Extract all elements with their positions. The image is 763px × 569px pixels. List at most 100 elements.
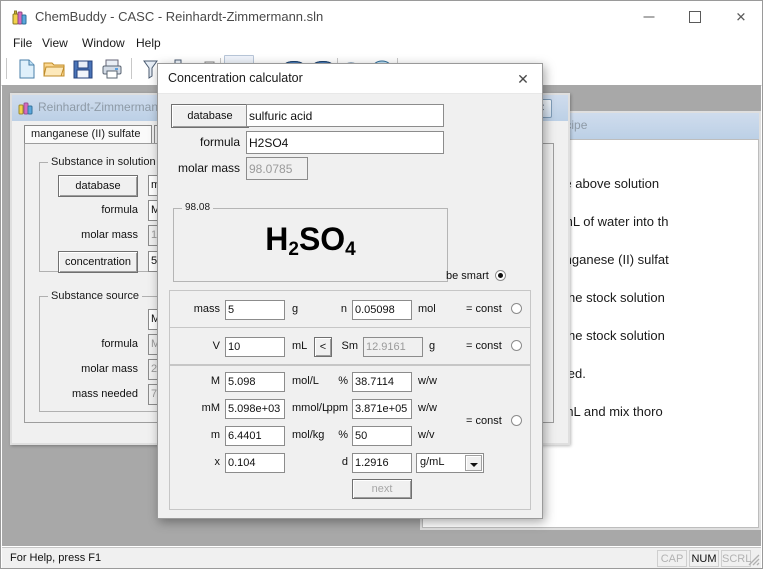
calc-row-volume: V 10 mL < Sm 12.9161 g = const — [169, 327, 531, 365]
save-floppy-icon[interactable] — [71, 57, 95, 81]
formula-sub-4: 4 — [345, 239, 356, 260]
dialog-close-button[interactable]: ✕ — [504, 64, 542, 93]
close-icon: ✕ — [735, 9, 747, 25]
density-input[interactable]: 1.2916 — [352, 453, 412, 473]
toolbar-separator — [131, 58, 132, 79]
status-indicator-num: NUM — [689, 550, 719, 567]
density-unit-value: g/mL — [420, 456, 445, 468]
percent-ww-unit-label: w/w — [418, 375, 437, 387]
solution-mass-label: Sm — [341, 340, 359, 352]
dialog-molar-mass-label: molar mass — [177, 161, 240, 175]
moles-label: n — [340, 303, 347, 315]
solution-database-button[interactable]: database — [58, 175, 138, 197]
solution-molar-mass-label: molar mass — [81, 229, 138, 241]
solution-formula-label: formula — [101, 204, 138, 216]
block-const-label: = const — [466, 415, 502, 427]
ppm-unit-label: w/w — [418, 402, 437, 414]
solution-icon — [18, 100, 34, 116]
menu-file[interactable]: File — [8, 35, 37, 51]
density-unit-select[interactable]: g/mL — [416, 453, 484, 473]
percent-ww-input[interactable]: 38.7114 — [352, 372, 412, 392]
molar-mass-output: 98.0785 — [246, 157, 308, 180]
dialog-body: database sulfuric acid formula H2SO4 mol… — [158, 94, 542, 518]
percent-wv-input[interactable]: 50 — [352, 426, 412, 446]
ppm-label: ppm — [326, 402, 348, 414]
moles-unit-label: mol — [418, 303, 436, 315]
close-icon: ✕ — [517, 70, 529, 87]
be-smart-radio[interactable] — [495, 270, 506, 281]
mass-unit-label: g — [292, 303, 299, 315]
volume-input[interactable]: 10 — [225, 337, 285, 357]
close-button[interactable]: ✕ — [718, 1, 762, 33]
next-button[interactable]: next — [352, 479, 412, 499]
chembuddy-icon — [11, 8, 29, 26]
open-folder-icon[interactable] — [42, 57, 66, 81]
ppm-input[interactable]: 3.871e+05 — [352, 399, 412, 419]
millimolarity-input[interactable]: 5.098e+03 — [225, 399, 285, 419]
menu-help[interactable]: Help — [131, 35, 166, 51]
block-const-radio[interactable] — [511, 415, 522, 426]
molarity-input[interactable]: 5.098 — [225, 372, 285, 392]
percent-wv-unit-label: w/v — [418, 429, 435, 441]
chevron-down-icon[interactable] — [465, 455, 482, 471]
mass-input[interactable]: 5 — [225, 300, 285, 320]
mass-const-radio[interactable] — [511, 303, 522, 314]
solution-mass-output: 12.9161 — [363, 337, 423, 357]
status-indicator-cap: CAP — [657, 550, 687, 567]
menu-window[interactable]: Window — [77, 35, 130, 51]
formula-so: SO — [298, 221, 346, 257]
maximize-button[interactable] — [672, 1, 718, 33]
print-icon[interactable] — [100, 57, 124, 81]
dialog-title: Concentration calculator — [168, 71, 303, 85]
volume-label: V — [212, 340, 220, 352]
page-title: ChemBuddy - CASC - Reinhardt-Zimmermann.… — [35, 9, 324, 24]
dialog-formula-label: formula — [199, 135, 240, 149]
minimize-icon — [643, 16, 655, 18]
dialog-database-button[interactable]: database — [171, 104, 249, 128]
new-document-icon[interactable] — [15, 57, 39, 81]
formula-h: H — [265, 221, 289, 257]
molality-input[interactable]: 6.4401 — [225, 426, 285, 446]
group-substance-source-label: Substance source — [48, 290, 143, 302]
mass-label: mass — [193, 303, 220, 315]
molarity-label: M — [210, 375, 220, 387]
volume-const-label: = const — [466, 340, 502, 352]
percent-ww-label: % — [338, 375, 348, 387]
concentration-calculator-dialog: Concentration calculator ✕ database sulf… — [157, 63, 543, 519]
substance-name-input[interactable]: sulfuric acid — [246, 104, 444, 127]
moles-input[interactable]: 0.05098 — [352, 300, 412, 320]
source-formula-label: formula — [101, 338, 138, 350]
formula-preview-mass-label: 98.08 — [182, 202, 214, 213]
mole-fraction-label: x — [214, 456, 221, 468]
solution-mass-unit-label: g — [429, 340, 436, 352]
mass-const-label: = const — [466, 303, 502, 315]
density-label: d — [341, 456, 348, 468]
dialog-titlebar[interactable]: Concentration calculator ✕ — [158, 64, 542, 94]
main-titlebar: ChemBuddy - CASC - Reinhardt-Zimmermann.… — [1, 1, 762, 35]
source-mass-needed-label: mass needed — [71, 388, 138, 400]
resize-grip[interactable] — [747, 553, 760, 566]
application-window: ChemBuddy - CASC - Reinhardt-Zimmermann.… — [0, 0, 763, 569]
be-smart-label: be smart — [446, 270, 489, 282]
calc-row-mass: mass 5 g n 0.05098 mol = const — [169, 290, 531, 328]
statusbar: For Help, press F1 CAP NUM SCRL — [2, 547, 761, 568]
mole-fraction-input[interactable]: 0.104 — [225, 453, 285, 473]
tab-manganese-sulfate[interactable]: manganese (II) sulfate — [24, 125, 152, 144]
volume-const-radio[interactable] — [511, 340, 522, 351]
menu-view[interactable]: View — [37, 35, 73, 51]
toolbar-separator — [6, 58, 7, 79]
status-text: For Help, press F1 — [10, 552, 102, 564]
maximize-icon — [689, 11, 701, 23]
calc-block-concentrations: M 5.098 mol/L % 38.7114 w/w mM 5.098e+03… — [169, 365, 531, 510]
menubar: File View Window Help — [1, 33, 762, 53]
millimolarity-label: mM — [201, 402, 220, 414]
formula-sub-2: 2 — [288, 239, 299, 260]
group-substance-in-solution-label: Substance in solution — [48, 156, 159, 168]
volume-transfer-button[interactable]: < — [314, 337, 332, 357]
formula-input[interactable]: H2SO4 — [246, 131, 444, 154]
formula-preview-text: H2SO4 — [174, 221, 447, 260]
percent-wv-label: % — [338, 429, 348, 441]
solution-concentration-button[interactable]: concentration — [58, 251, 138, 273]
molarity-unit-label: mol/L — [292, 375, 319, 387]
minimize-button[interactable] — [626, 1, 672, 33]
